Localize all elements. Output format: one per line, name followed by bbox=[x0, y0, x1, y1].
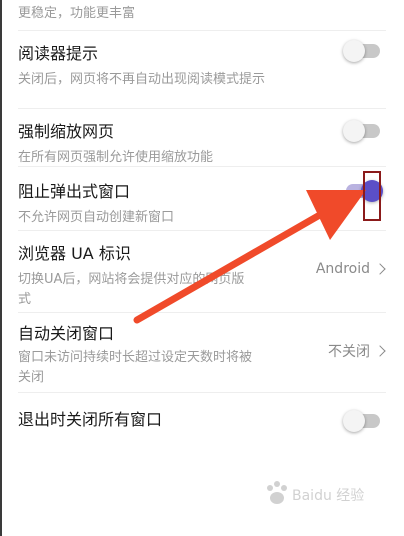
annotation-highlight-box bbox=[363, 171, 381, 221]
annotation-arrow-icon bbox=[133, 190, 366, 324]
settings-screen: 更稳定，功能更丰富 阅读器提示 关闭后，网页将不再自动出现阅读模式提示 强制缩放… bbox=[0, 0, 404, 536]
baidu-jingyan-logo-icon: Baidu 经验 bbox=[267, 481, 364, 504]
watermark-text: Baidu 经验 bbox=[292, 488, 364, 504]
